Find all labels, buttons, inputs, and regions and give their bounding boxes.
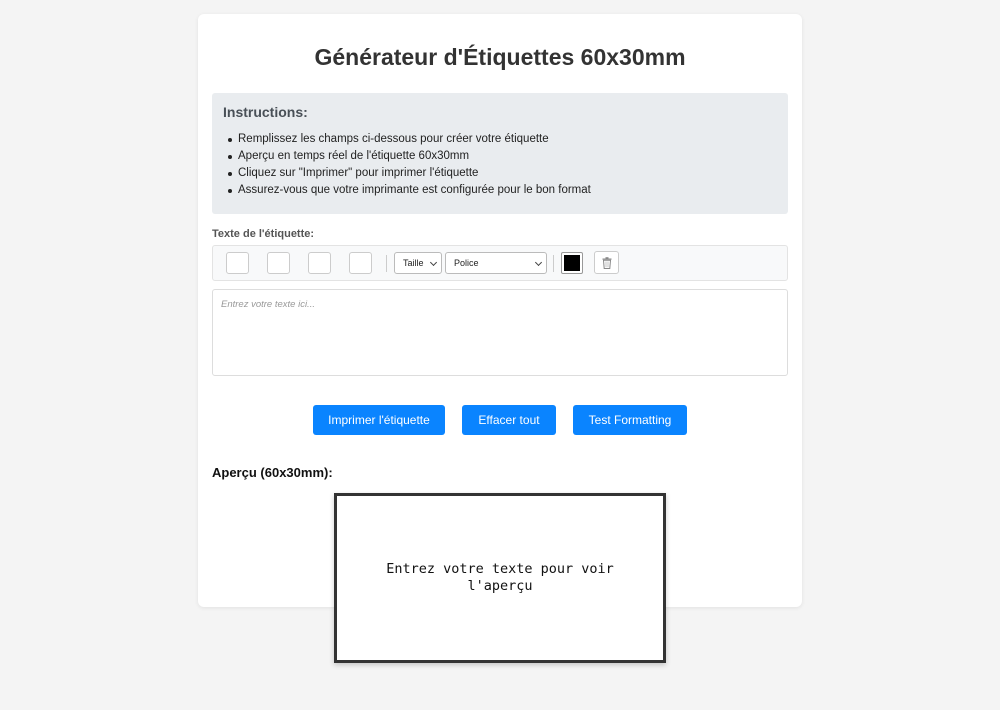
font-family-select-value: Police [454, 258, 479, 268]
chevron-down-icon [429, 258, 438, 267]
font-size-select[interactable]: Taille [394, 252, 442, 274]
instructions-heading: Instructions: [223, 104, 308, 120]
test-formatting-button[interactable]: Test Formatting [573, 405, 687, 435]
list-item: Cliquez sur "Imprimer" pour imprimer l'é… [223, 165, 777, 182]
list-item: Aperçu en temps réel de l'étiquette 60x3… [223, 148, 777, 165]
toolbar-divider [386, 255, 387, 272]
instructions-panel: Instructions: Remplissez les champs ci-d… [212, 93, 788, 214]
label-text-field-label: Texte de l'étiquette: [212, 228, 315, 240]
clear-format-button[interactable] [594, 251, 619, 274]
italic-button[interactable] [267, 252, 290, 274]
color-swatch-fill [564, 255, 580, 271]
list-item: Remplissez les champs ci-dessous pour cr… [223, 131, 777, 148]
font-family-select[interactable]: Police [445, 252, 547, 274]
label-preview: Entrez votre texte pour voir l'aperçu [334, 493, 666, 663]
list-item: Assurez-vous que votre imprimante est co… [223, 182, 777, 199]
preview-placeholder-text: Entrez votre texte pour voir l'aperçu [386, 561, 614, 594]
underline-button[interactable] [308, 252, 331, 274]
preview-label: Aperçu (60x30mm): [212, 465, 333, 480]
formatting-toolbar: Taille Police [212, 245, 788, 281]
font-size-select-value: Taille [403, 258, 424, 268]
instructions-list: Remplissez les champs ci-dessous pour cr… [223, 131, 777, 199]
print-label-button[interactable]: Imprimer l'étiquette [313, 405, 445, 435]
toolbar-divider [553, 255, 554, 272]
text-color-picker[interactable] [561, 252, 583, 274]
label-text-placeholder: Entrez votre texte ici... [221, 299, 315, 310]
clear-all-button[interactable]: Effacer tout [462, 405, 556, 435]
label-text-input[interactable]: Entrez votre texte ici... [212, 289, 788, 376]
bold-button[interactable] [226, 252, 249, 274]
strikethrough-button[interactable] [349, 252, 372, 274]
page-title: Générateur d'Étiquettes 60x30mm [314, 44, 686, 70]
chevron-down-icon [534, 258, 543, 267]
trash-icon [602, 257, 612, 269]
